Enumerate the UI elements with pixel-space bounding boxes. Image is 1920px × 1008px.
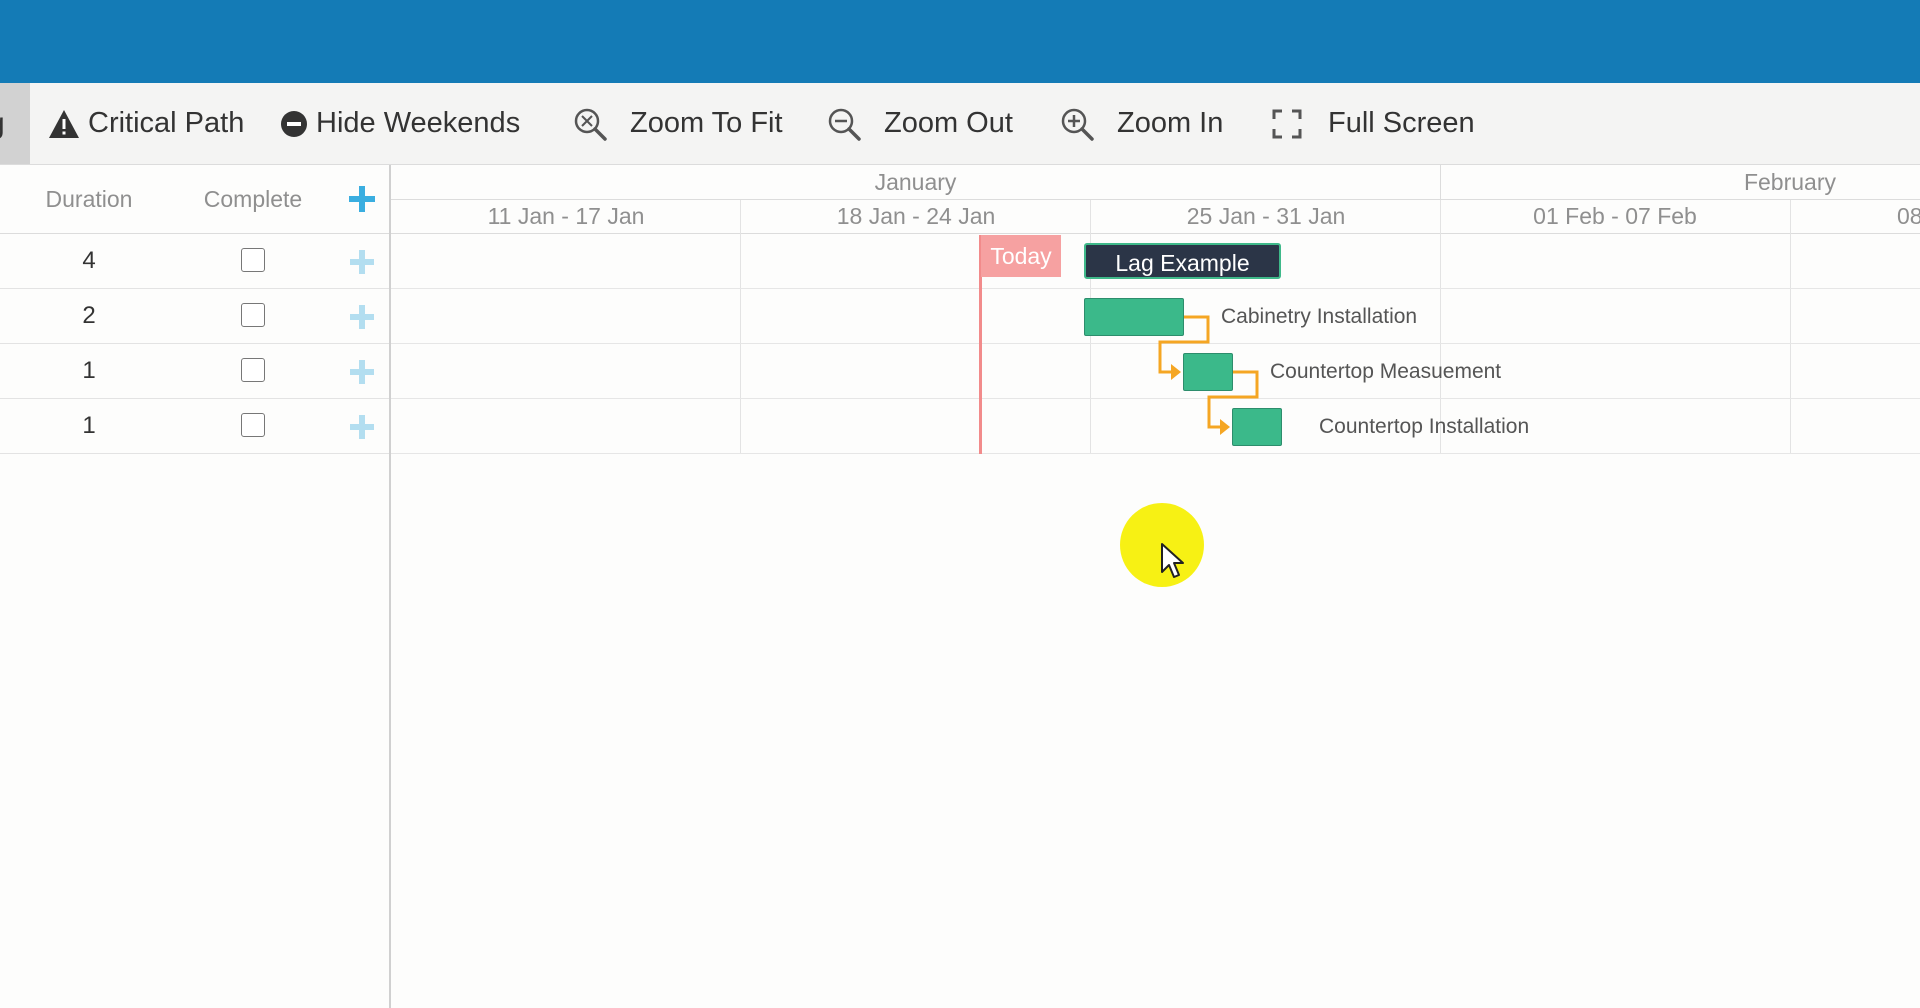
add-task-icon[interactable] <box>348 185 376 213</box>
task-bar[interactable] <box>1084 298 1184 336</box>
critical-path-label: Critical Path <box>88 107 245 139</box>
complete-checkbox[interactable] <box>241 303 265 327</box>
task-label: Countertop Measuement <box>1270 360 1502 383</box>
grid-header: Duration Complete <box>0 165 389 234</box>
complete-checkbox[interactable] <box>241 358 265 382</box>
grid-row[interactable]: 1 <box>0 399 389 454</box>
critical-path-button[interactable]: Critical Path <box>48 83 244 164</box>
duration-cell[interactable]: 1 <box>30 344 148 398</box>
add-subtask-icon[interactable] <box>349 249 375 275</box>
task-bar[interactable] <box>1183 353 1233 391</box>
warning-icon <box>49 109 79 138</box>
task-label: Countertop Installation <box>1319 415 1530 438</box>
mouse-pointer-icon <box>1161 543 1184 578</box>
task-label: Cabinetry Installation <box>1221 305 1418 328</box>
complete-checkbox[interactable] <box>241 413 265 437</box>
summary-task-bar[interactable]: Lag Example <box>1084 243 1281 279</box>
zoom-out-button[interactable]: Zoom Out <box>826 83 1013 164</box>
add-subtask-icon[interactable] <box>349 359 375 385</box>
app-header <box>0 0 1920 83</box>
full-screen-label: Full Screen <box>1328 107 1475 139</box>
dependency-arrow <box>1171 364 1181 380</box>
zoom-to-fit-label: Zoom To Fit <box>630 107 783 139</box>
add-subtask-icon[interactable] <box>349 304 375 330</box>
zoom-in-label: Zoom In <box>1117 107 1224 139</box>
zoom-in-button[interactable]: Zoom In <box>1059 83 1223 164</box>
zoom-to-fit-button[interactable]: Zoom To Fit <box>572 83 783 164</box>
hide-weekends-label: Hide Weekends <box>316 107 521 139</box>
duration-column-header[interactable]: Duration <box>30 165 148 233</box>
complete-column-header[interactable]: Complete <box>190 165 316 233</box>
zoom-out-label: Zoom Out <box>884 107 1013 139</box>
task-bar[interactable] <box>1232 408 1282 446</box>
grid-row[interactable]: 2 <box>0 289 389 344</box>
zoom-in-icon <box>1061 108 1094 141</box>
grid-row[interactable]: 4 <box>0 234 389 289</box>
duration-cell[interactable]: 1 <box>30 399 148 453</box>
duration-cell[interactable]: 2 <box>30 289 148 343</box>
minus-circle-icon <box>281 110 307 137</box>
add-subtask-icon[interactable] <box>349 414 375 440</box>
toolbar-cut-item[interactable]: g <box>0 83 30 164</box>
duration-cell[interactable]: 4 <box>30 234 148 288</box>
zoom-fit-icon <box>574 108 607 141</box>
zoom-out-icon <box>828 108 861 141</box>
fullscreen-icon <box>1272 109 1302 138</box>
gantt-toolbar: g Critical Path Hide Weekends Zoom To Fi… <box>0 83 1920 165</box>
hide-weekends-button[interactable]: Hide Weekends <box>280 83 520 164</box>
grid-row[interactable]: 1 <box>0 344 389 399</box>
complete-checkbox[interactable] <box>241 248 265 272</box>
dependency-arrow <box>1220 419 1230 435</box>
full-screen-button[interactable]: Full Screen <box>1272 83 1475 164</box>
